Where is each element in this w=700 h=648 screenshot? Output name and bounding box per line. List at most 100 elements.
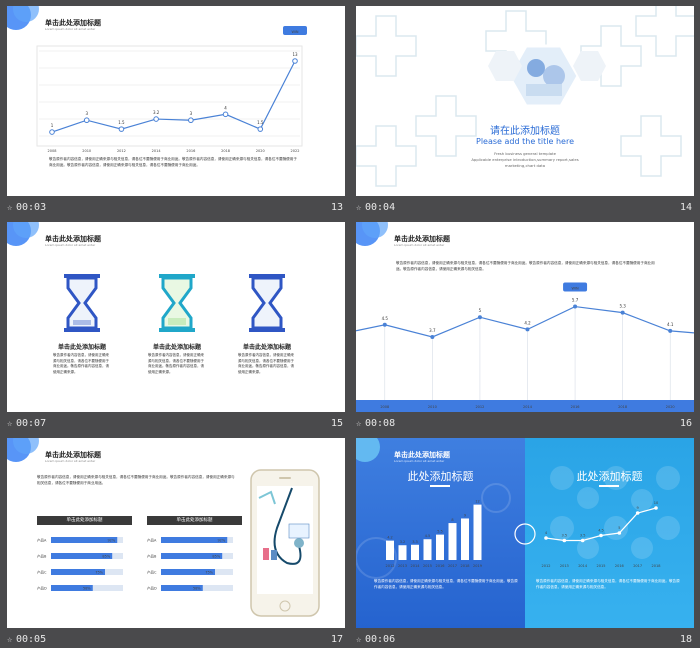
star-icon: ☆: [356, 635, 362, 645]
x-tick-label: 2020: [666, 405, 675, 409]
x-tick-label: 2018: [652, 564, 661, 568]
x-tick-label: 2012: [117, 149, 126, 153]
bar: [386, 540, 394, 560]
slide-number: 13: [330, 202, 343, 213]
slide-14-canvas: 请在此添加标题 Please add the title here Fresh …: [356, 6, 694, 196]
data-point: [118, 126, 125, 132]
data-label: 4.2: [387, 536, 393, 540]
slide-time: 00:05: [16, 634, 47, 645]
data-point: [599, 533, 603, 538]
slide-13-canvas: 单击此处添加标题 Lorem ipsum dolor sit amet ente…: [7, 6, 345, 196]
data-point: [382, 322, 387, 327]
slide-number: 15: [330, 418, 343, 429]
star-icon: ☆: [7, 419, 13, 429]
hourglass-icon: [64, 274, 100, 332]
slide-time: 00:06: [365, 634, 396, 645]
x-tick-label: 2014: [411, 564, 421, 568]
x-tick-label: 2017: [448, 564, 457, 568]
data-label: 13: [292, 52, 298, 57]
line-chart-16: 4.5 2008 3.7 2010 5 2012 4.2 2014 5.7 2016 5.3 2018…: [356, 282, 694, 412]
phone-mockup: [250, 469, 320, 617]
slide-meta: ☆ 00:05 17: [7, 634, 345, 648]
win-badge-label: WIN: [572, 287, 579, 291]
slide-number: 14: [679, 202, 692, 213]
data-label: 5: [479, 308, 482, 313]
data-label: 1.5: [257, 120, 264, 125]
data-label: 3.2: [400, 540, 406, 544]
x-tick-label: 2013: [398, 564, 407, 568]
data-point: [562, 538, 567, 543]
data-point: [580, 538, 585, 543]
x-tick-label: 2014: [578, 564, 588, 568]
slide-number: 18: [679, 634, 692, 645]
data-point: [49, 129, 55, 135]
x-tick-label: 2012: [386, 564, 395, 568]
data-point: [573, 304, 578, 309]
hexagon-photo: [507, 44, 580, 108]
data-point: [257, 126, 264, 132]
bar: [398, 545, 407, 560]
slide-desc: marketing,chart data: [504, 163, 546, 168]
data-label: 5.3: [619, 304, 626, 309]
data-label: 3.3: [412, 540, 418, 544]
x-tick-label: 2020: [256, 149, 265, 153]
data-label: 5.5: [437, 530, 443, 534]
item-text: 敬告原作者内容信息，请使用正确来源与相关信息，请各位不要随便用于商业用途。敬告原…: [238, 353, 294, 374]
x-tick-label: 2010: [428, 405, 437, 409]
hourglass-icons: [64, 274, 285, 332]
star-icon: ☆: [356, 419, 362, 429]
bar: [411, 544, 419, 560]
slide-meta: ☆ 00:08 16: [356, 418, 694, 432]
data-point: [620, 310, 625, 315]
item-text: 敬告原作者内容信息，请使用正确来源与相关信息，请各位不要随便用于商业用途。敬告原…: [148, 353, 204, 374]
bar: [448, 523, 457, 560]
item-title: 单击此处添加标题: [242, 344, 291, 351]
x-tick-label: 2016: [615, 564, 624, 568]
data-label: 4: [545, 531, 548, 535]
data-label: 3: [190, 111, 193, 116]
slide-17-canvas: 单击此处添加标题 Lorem ipsum dolor sit amet ente…: [7, 438, 345, 628]
data-label: 10: [654, 501, 658, 505]
slide-number: 17: [330, 634, 343, 645]
bar: [473, 504, 482, 560]
x-tick-label: 2010: [82, 149, 91, 153]
slide-number: 16: [679, 418, 692, 429]
x-tick-label: 2015: [423, 564, 432, 568]
data-point: [188, 117, 194, 124]
data-label: 4.5: [382, 316, 389, 321]
x-tick-label: 2016: [436, 564, 445, 568]
data-label: 4.2: [524, 320, 531, 325]
bar: [423, 539, 432, 560]
slide-18-canvas: 单击此处添加标题 Lorem ipsum dolor sit amet ente…: [356, 438, 694, 628]
win-badge-label: WIN: [291, 30, 298, 34]
pill-bottle: [263, 548, 269, 560]
x-tick-label: 2014: [152, 149, 162, 153]
x-tick-label: 2018: [618, 405, 627, 409]
slide-desc: Fresh business general template: [494, 151, 556, 156]
slide-time: 00:08: [365, 418, 396, 429]
data-label: 3.5: [580, 534, 586, 538]
hourglass-icon: [249, 274, 285, 332]
data-point: [430, 334, 435, 339]
x-tick-label: 2008: [48, 149, 57, 153]
slide-time: 00:03: [16, 202, 47, 213]
x-tick-label: 2017: [633, 564, 642, 568]
data-label: 4.1: [667, 322, 674, 327]
bar: [436, 534, 444, 560]
slide-paragraph: 敬告原作者内容信息，请使用正确来源与相关信息，请各位不要随便用于商业用途。敬告原…: [374, 579, 518, 589]
star-icon: ☆: [7, 635, 13, 645]
data-point: [222, 111, 229, 118]
data-label: 9: [464, 513, 466, 517]
item-title: 单击此处添加标题: [57, 344, 106, 351]
data-label: 5: [618, 526, 620, 530]
x-tick-label: 2015: [597, 564, 606, 568]
x-tick-label: 2018: [221, 149, 230, 153]
data-label: 4.5: [425, 534, 431, 538]
star-icon: ☆: [7, 203, 13, 213]
data-point: [617, 531, 622, 535]
slide-time: 00:07: [16, 418, 47, 429]
divider-circle: [514, 523, 536, 545]
data-point: [292, 58, 298, 64]
slide-time: 00:04: [365, 202, 396, 213]
x-tick-label: 2012: [475, 405, 484, 409]
